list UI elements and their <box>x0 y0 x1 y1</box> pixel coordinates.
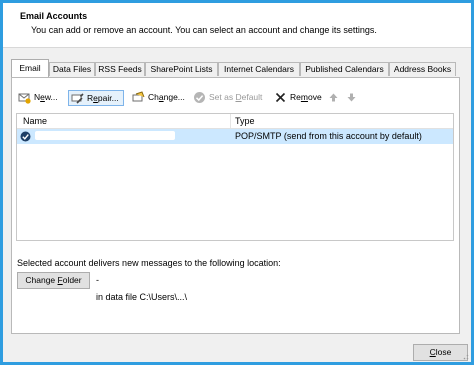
account-type: POP/SMTP (send from this account by defa… <box>235 131 422 141</box>
tab-data-files[interactable]: Data Files <box>49 62 95 76</box>
account-name-redacted <box>35 131 175 140</box>
move-down-arrow-icon[interactable] <box>346 92 357 103</box>
set-as-default-button[interactable]: Set as Default <box>191 90 267 106</box>
new-button[interactable]: New... <box>16 90 62 106</box>
column-header-type[interactable]: Type <box>235 116 255 126</box>
email-tab-panel: New... Repair... Change... Set as Defaul… <box>11 77 460 334</box>
account-settings-dialog: Email Accounts You can add or remove an … <box>3 3 471 362</box>
remove-x-icon <box>275 92 286 103</box>
check-circle-icon <box>194 92 205 103</box>
column-divider[interactable] <box>230 114 231 128</box>
dialog-subtitle: You can add or remove an account. You ca… <box>31 25 377 35</box>
resize-grip-icon[interactable] <box>461 352 469 360</box>
change-account-icon <box>132 91 145 102</box>
data-file-path: in data file C:\Users\...\ <box>96 292 188 302</box>
repair-icon <box>71 93 84 104</box>
change-folder-button[interactable]: Change Folder <box>17 272 90 289</box>
close-button[interactable]: Close <box>413 344 468 361</box>
column-header-name[interactable]: Name <box>23 116 47 126</box>
new-account-icon <box>18 93 31 104</box>
tab-email[interactable]: Email <box>11 59 49 77</box>
repair-button[interactable]: Repair... <box>68 90 124 106</box>
tab-published-calendars[interactable]: Published Calendars <box>300 62 389 76</box>
dialog-title: Email Accounts <box>20 11 88 21</box>
change-button[interactable]: Change... <box>130 90 188 106</box>
delivery-location-label: Selected account delivers new messages t… <box>17 258 281 268</box>
remove-button[interactable]: Remove <box>272 90 322 106</box>
tab-sharepoint-lists[interactable]: SharePoint Lists <box>145 62 218 76</box>
delivery-folder-value: - <box>96 275 99 285</box>
tab-address-books[interactable]: Address Books <box>389 62 456 76</box>
tab-internet-calendars[interactable]: Internet Calendars <box>218 62 300 76</box>
accounts-list: Name Type POP/SMTP (send from this accou… <box>16 113 454 241</box>
dialog-header: Email Accounts You can add or remove an … <box>3 3 471 48</box>
account-row[interactable]: POP/SMTP (send from this account by defa… <box>17 129 453 144</box>
move-up-arrow-icon[interactable] <box>328 92 339 103</box>
tab-rss-feeds[interactable]: RSS Feeds <box>95 62 145 76</box>
default-account-check-icon <box>20 131 31 142</box>
list-header: Name Type <box>17 114 453 129</box>
